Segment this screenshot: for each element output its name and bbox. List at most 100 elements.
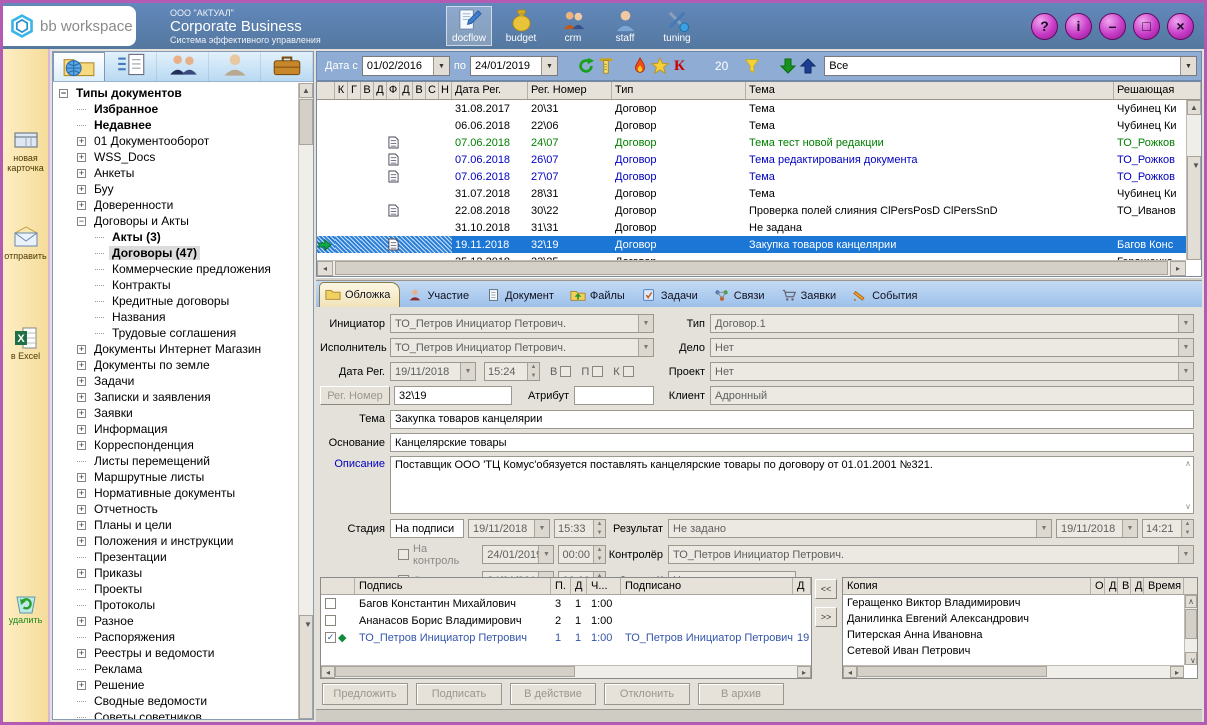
grid-header-flag[interactable]: Д [400, 82, 413, 99]
tree-tab-list[interactable] [105, 52, 157, 81]
в-архив-button[interactable]: В архив [698, 683, 784, 705]
tree-item[interactable]: Протоколы [57, 597, 313, 613]
module-tuning[interactable]: tuning [654, 6, 700, 46]
regtime-spinner[interactable]: 15:24▲▼ [484, 362, 540, 381]
table-row[interactable]: 31.08.201720\31ДоговорТемаЧубинец Ки [317, 100, 1201, 117]
maximize-button[interactable]: □ [1133, 13, 1160, 40]
module-docflow[interactable]: docflow [446, 6, 492, 46]
close-button[interactable]: × [1167, 13, 1194, 40]
tree-item[interactable]: Коммерческие предложения [57, 261, 313, 277]
tab-участие[interactable]: Участие [402, 285, 478, 307]
minimize-button[interactable]: – [1099, 13, 1126, 40]
tree-item[interactable]: +01 Документооборот [57, 133, 313, 149]
tree-expander-icon[interactable]: + [77, 649, 86, 658]
tree-expander-icon[interactable]: + [77, 681, 86, 690]
copy-row[interactable]: Сетевой Иван Петрович [843, 643, 1197, 659]
tree-expander-icon[interactable]: + [77, 473, 86, 482]
initiator-combo[interactable]: ТО_Петров Инициатор Петрович.▼ [390, 314, 654, 333]
scroll-down-arrow[interactable]: ▼ [1187, 156, 1201, 260]
result-date-combo[interactable]: 19/11/2018▼ [1056, 519, 1138, 538]
spinner-arrows-icon[interactable]: ▲▼ [593, 546, 605, 563]
grid-header-date[interactable]: Дата Рег. [452, 82, 528, 99]
chevron-down-icon[interactable]: ▼ [1036, 520, 1051, 537]
tab-связи[interactable]: Связи [709, 285, 774, 307]
move-right-button[interactable]: >> [815, 607, 837, 627]
info-button[interactable]: i [1065, 13, 1092, 40]
table-row[interactable]: 31.10.201831\31ДоговорНе задана [317, 219, 1201, 236]
check-v-box[interactable] [560, 366, 571, 377]
tree-expander-icon[interactable]: + [77, 377, 86, 386]
tree-scrollbar[interactable]: ▲ ▼ [298, 83, 313, 719]
scroll-down-arrow[interactable]: ∨ [1185, 652, 1197, 665]
tree-item[interactable]: Реклама [57, 661, 313, 677]
category-filter-combo[interactable]: Все ▼ [824, 56, 1197, 76]
chevron-down-icon[interactable]: ▼ [1178, 315, 1193, 332]
chevron-down-icon[interactable]: ▼ [1178, 546, 1193, 563]
отклонить-button[interactable]: Отклонить [604, 683, 690, 705]
tree-item[interactable]: +Планы и цели [57, 517, 313, 533]
grid-header-flag[interactable]: Ф [387, 82, 400, 99]
scroll-left-arrow[interactable]: ◂ [317, 261, 333, 276]
tree-expander-icon[interactable]: + [77, 569, 86, 578]
arrow-down-icon[interactable] [778, 56, 798, 76]
scroll-right-arrow[interactable]: ▸ [1170, 666, 1184, 678]
tree-item[interactable]: Договоры (47) [57, 245, 313, 261]
tree-item[interactable]: +Реестры и ведомости [57, 645, 313, 661]
table-row[interactable]: 31.07.201828\31ДоговорТемаЧубинец Ки [317, 185, 1201, 202]
signature-row[interactable]: Багов Константин Михайлович311:00 [321, 595, 811, 612]
tree-expander-icon[interactable]: + [77, 617, 86, 626]
grid-header-flag[interactable]: С [426, 82, 439, 99]
signatures-hscrollbar[interactable]: ◂ ▸ [321, 665, 811, 678]
chevron-down-icon[interactable]: ▼ [460, 363, 475, 380]
scroll-right-arrow[interactable]: ▸ [1170, 261, 1186, 276]
grid-header-type[interactable]: Тип [612, 82, 746, 99]
result-combo[interactable]: Не задано▼ [668, 519, 1052, 538]
chevron-down-icon[interactable]: ▼ [638, 339, 653, 356]
tab-файлы[interactable]: Файлы [565, 285, 634, 307]
sig-header[interactable]: Ч... [587, 578, 621, 594]
signature-checkbox[interactable] [325, 598, 336, 609]
tree-item[interactable]: +Заявки [57, 405, 313, 421]
tree-item[interactable]: −Договоры и Акты [57, 213, 313, 229]
sig-header[interactable]: Д [793, 578, 811, 594]
copy-header[interactable]: Время [1144, 578, 1184, 594]
grid-header-flag[interactable]: В [361, 82, 374, 99]
description-field[interactable]: Поставщик ООО 'ТЦ Комус'обязуется постав… [390, 456, 1194, 514]
grid-header-flag[interactable]: В [413, 82, 426, 99]
scroll-left-arrow[interactable]: ◂ [321, 666, 335, 678]
подписать-button[interactable]: Подписать [416, 683, 502, 705]
result-time-spinner[interactable]: 14:21▲▼ [1142, 519, 1194, 538]
tree-item[interactable]: Контракты [57, 277, 313, 293]
tree-item[interactable]: Презентации [57, 549, 313, 565]
tree-item[interactable]: +Записки и заявления [57, 389, 313, 405]
tree-expander-icon[interactable]: − [59, 89, 68, 98]
arrow-up-icon[interactable] [798, 56, 818, 76]
case-combo[interactable]: Нет▼ [710, 338, 1194, 357]
chevron-down-icon[interactable]: ▼ [1122, 520, 1137, 537]
tab-события[interactable]: События [847, 285, 926, 307]
grid-header-theme[interactable]: Тема [746, 82, 1114, 99]
date-to-combo[interactable]: 24/01/2019 ▼ [470, 56, 558, 76]
attr-field[interactable] [574, 386, 654, 405]
scroll-down-arrow[interactable]: ▼ [299, 615, 313, 719]
tree-item[interactable]: +Документы по земле [57, 357, 313, 373]
tree-item[interactable]: Листы перемещений [57, 453, 313, 469]
chevron-down-icon[interactable]: ▼ [433, 57, 449, 75]
tree-item[interactable]: +Буу [57, 181, 313, 197]
send-button[interactable]: отправить [3, 225, 48, 261]
tab-заявки[interactable]: Заявки [776, 285, 846, 307]
tree-item[interactable]: +Информация [57, 421, 313, 437]
regdate-combo[interactable]: 19/11/2018▼ [390, 362, 476, 381]
client-combo[interactable]: Адронный [710, 386, 1194, 405]
grid-header-flag[interactable]: Д [374, 82, 387, 99]
stage-date-combo[interactable]: 19/11/2018▼ [468, 519, 550, 538]
sig-header[interactable]: Подпись [355, 578, 551, 594]
sig-header[interactable]: Подписано [621, 578, 793, 594]
stage-field[interactable]: На подписи [390, 519, 464, 538]
signature-row[interactable]: ✓◆ТО_Петров Инициатор Петрович111:00ТО_П… [321, 629, 811, 646]
tab-задачи[interactable]: Задачи [636, 285, 707, 307]
scroll-thumb[interactable] [335, 261, 1168, 275]
table-row[interactable]: 07.06.201827\07ДоговорТемаТО_Рожков [317, 168, 1201, 185]
tree-item[interactable]: Акты (3) [57, 229, 313, 245]
funnel-icon[interactable] [742, 56, 762, 76]
